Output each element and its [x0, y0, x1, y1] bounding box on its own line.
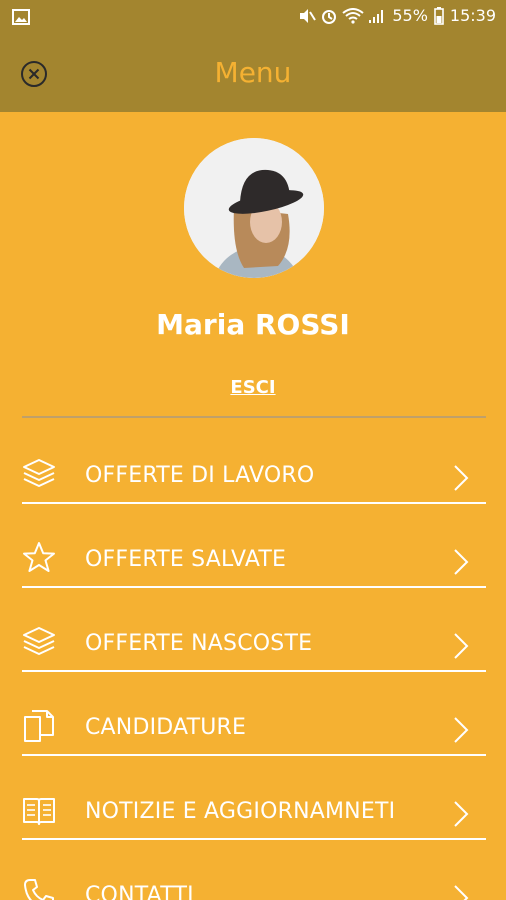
divider — [22, 838, 486, 840]
avatar-image — [184, 138, 324, 278]
menu-item-notizie[interactable]: NOTIZIE E AGGIORNAMNETI — [22, 769, 486, 853]
chevron-right-icon — [454, 801, 469, 827]
menu-list: OFFERTE DI LAVORO OFFERTE SALVATE OFFERT… — [22, 433, 486, 900]
divider — [22, 586, 486, 588]
chevron-right-icon — [454, 717, 469, 743]
app-bar: Menu — [0, 36, 506, 112]
documents-icon — [24, 710, 54, 742]
chevron-right-icon — [454, 465, 469, 491]
mute-icon — [300, 8, 317, 23]
layers-icon — [23, 627, 55, 655]
menu-item-label: NOTIZIE E AGGIORNAMNETI — [85, 799, 396, 824]
star-icon — [23, 542, 55, 572]
menu-item-label: CANDIDATURE — [85, 715, 247, 740]
book-icon — [23, 798, 55, 825]
page-title: Menu — [214, 56, 292, 89]
status-bar: 55% 15:39 — [0, 0, 506, 36]
menu-item-label: OFFERTE DI LAVORO — [85, 463, 315, 488]
wifi-icon — [342, 7, 364, 24]
phone-icon — [24, 879, 54, 900]
menu-item-offerte-nascoste[interactable]: OFFERTE NASCOSTE — [22, 601, 486, 685]
divider — [22, 670, 486, 672]
menu-item-candidature[interactable]: CANDIDATURE — [22, 685, 486, 769]
chevron-right-icon — [454, 549, 469, 575]
avatar — [184, 138, 324, 278]
menu-item-offerte-salvate[interactable]: OFFERTE SALVATE — [22, 517, 486, 601]
user-name: Maria ROSSI — [156, 308, 350, 341]
battery-icon — [434, 6, 444, 25]
chevron-right-icon — [454, 633, 469, 659]
menu-item-label: OFFERTE SALVATE — [85, 547, 287, 572]
menu-item-label: OFFERTE NASCOSTE — [85, 631, 313, 656]
menu-item-contatti[interactable]: CONTATTI — [22, 853, 486, 900]
chevron-right-icon — [454, 885, 469, 900]
menu-item-label: CONTATTI — [85, 883, 194, 900]
battery-percent: 55% — [392, 6, 428, 25]
clock: 15:39 — [449, 6, 496, 25]
alarm-icon — [322, 9, 337, 24]
divider — [22, 754, 486, 756]
layers-icon — [23, 459, 55, 487]
divider — [22, 416, 486, 418]
image-icon — [12, 9, 30, 25]
signal-icon — [369, 9, 384, 23]
menu-item-offerte-di-lavoro[interactable]: OFFERTE DI LAVORO — [22, 433, 486, 517]
divider — [22, 502, 486, 504]
logout-link[interactable]: ESCI — [0, 377, 506, 398]
